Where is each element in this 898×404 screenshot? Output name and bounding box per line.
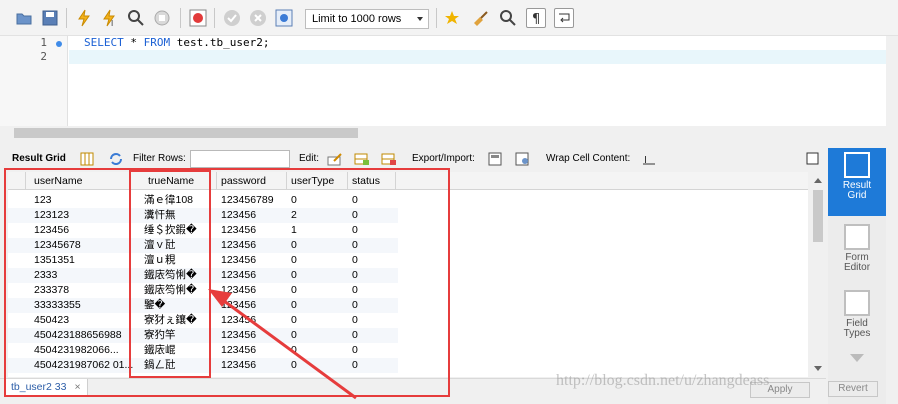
side-field-types-button[interactable]: Field Types bbox=[828, 286, 886, 348]
delete-row-icon[interactable] bbox=[381, 152, 397, 166]
statement-marker-icon bbox=[56, 41, 62, 47]
svg-text:I: I bbox=[111, 19, 113, 28]
edit-row-icon[interactable] bbox=[327, 152, 343, 166]
wrap-cell-icon[interactable]: I bbox=[642, 152, 658, 166]
current-line-highlight bbox=[69, 50, 886, 64]
side-label: Grid bbox=[847, 190, 867, 201]
field-types-icon bbox=[844, 290, 870, 316]
sql-editor[interactable]: 1 2 SELECT * FROM test.tb_user2; bbox=[0, 36, 886, 126]
chevron-down-icon bbox=[417, 17, 423, 21]
lightning-icon[interactable] bbox=[74, 8, 94, 28]
toggle-panel-icon[interactable] bbox=[806, 152, 822, 166]
edit-label: Edit: bbox=[299, 153, 320, 164]
rollback-icon[interactable] bbox=[248, 8, 268, 28]
limit-rows-select[interactable]: Limit to 1000 rows bbox=[305, 9, 429, 29]
side-result-grid-button[interactable]: Result Grid bbox=[828, 148, 886, 216]
result-grid-icon bbox=[844, 152, 870, 178]
folder-icon[interactable] bbox=[14, 8, 34, 28]
commit-icon[interactable] bbox=[222, 8, 242, 28]
wrap-cell-label: Wrap Cell Content: bbox=[546, 153, 631, 164]
stop-icon[interactable] bbox=[152, 8, 172, 28]
autocommit-icon[interactable] bbox=[274, 8, 294, 28]
scroll-thumb[interactable] bbox=[813, 190, 823, 242]
result-toolbar: Result Grid Filter Rows: Edit: Export/Im… bbox=[0, 148, 827, 170]
result-grid-label: Result Grid bbox=[12, 153, 66, 164]
export-import-label: Export/Import: bbox=[412, 153, 475, 164]
bookmark-star-icon[interactable] bbox=[442, 8, 462, 28]
side-panel: Result Grid Form Editor Field Types bbox=[828, 148, 886, 404]
highlight-box-grid bbox=[4, 168, 450, 397]
save-icon[interactable] bbox=[40, 8, 60, 28]
limit-rows-label: Limit to 1000 rows bbox=[312, 13, 402, 25]
svg-text:¶: ¶ bbox=[532, 12, 540, 27]
sql-keyword-from: FROM bbox=[143, 36, 171, 49]
grid-icon[interactable] bbox=[80, 152, 96, 166]
lightning-cursor-icon[interactable]: I bbox=[100, 8, 120, 28]
grid-vertical-scrollbar[interactable] bbox=[810, 172, 826, 377]
insert-row-icon[interactable] bbox=[354, 152, 370, 166]
main-toolbar: I Limit to 1000 rows ¶ bbox=[0, 0, 898, 36]
side-form-editor-button[interactable]: Form Editor bbox=[828, 220, 886, 282]
magnify-icon[interactable] bbox=[126, 8, 146, 28]
editor-vertical-scrollbar[interactable] bbox=[886, 36, 898, 126]
sql-keyword-select: SELECT bbox=[84, 36, 124, 49]
paragraph-icon[interactable]: ¶ bbox=[526, 8, 546, 28]
find-icon[interactable] bbox=[498, 8, 518, 28]
form-editor-icon bbox=[844, 224, 870, 250]
filter-rows-input[interactable] bbox=[190, 150, 290, 168]
editor-horizontal-scrollbar[interactable] bbox=[0, 126, 886, 140]
sql-table: test.tb_user2; bbox=[170, 36, 270, 49]
sql-line: SELECT * FROM test.tb_user2; bbox=[84, 36, 269, 49]
toggle-error-icon[interactable] bbox=[188, 8, 208, 28]
wrap-icon[interactable] bbox=[554, 8, 574, 28]
side-label: Editor bbox=[843, 262, 871, 273]
broom-icon[interactable] bbox=[470, 8, 490, 28]
side-label: Types bbox=[843, 328, 871, 339]
scroll-down-icon[interactable] bbox=[814, 366, 822, 371]
refresh-icon[interactable] bbox=[108, 152, 124, 166]
watermark: http://blog.csdn.net/u/zhangdeass bbox=[556, 372, 770, 389]
panel-scrollbar[interactable] bbox=[886, 148, 898, 404]
line-number: 1 bbox=[40, 36, 47, 49]
export-icon[interactable] bbox=[488, 152, 504, 166]
filter-rows-label: Filter Rows: bbox=[133, 153, 186, 164]
import-icon[interactable] bbox=[515, 152, 531, 166]
scroll-up-icon[interactable] bbox=[814, 178, 822, 183]
scroll-thumb[interactable] bbox=[14, 128, 358, 138]
revert-button[interactable]: Revert bbox=[828, 381, 878, 397]
chevron-down-icon[interactable] bbox=[850, 354, 864, 362]
sql-star: * bbox=[123, 36, 144, 49]
line-number: 2 bbox=[40, 50, 47, 63]
line-gutter: 1 2 bbox=[0, 36, 68, 126]
highlight-box-truename bbox=[129, 170, 211, 378]
